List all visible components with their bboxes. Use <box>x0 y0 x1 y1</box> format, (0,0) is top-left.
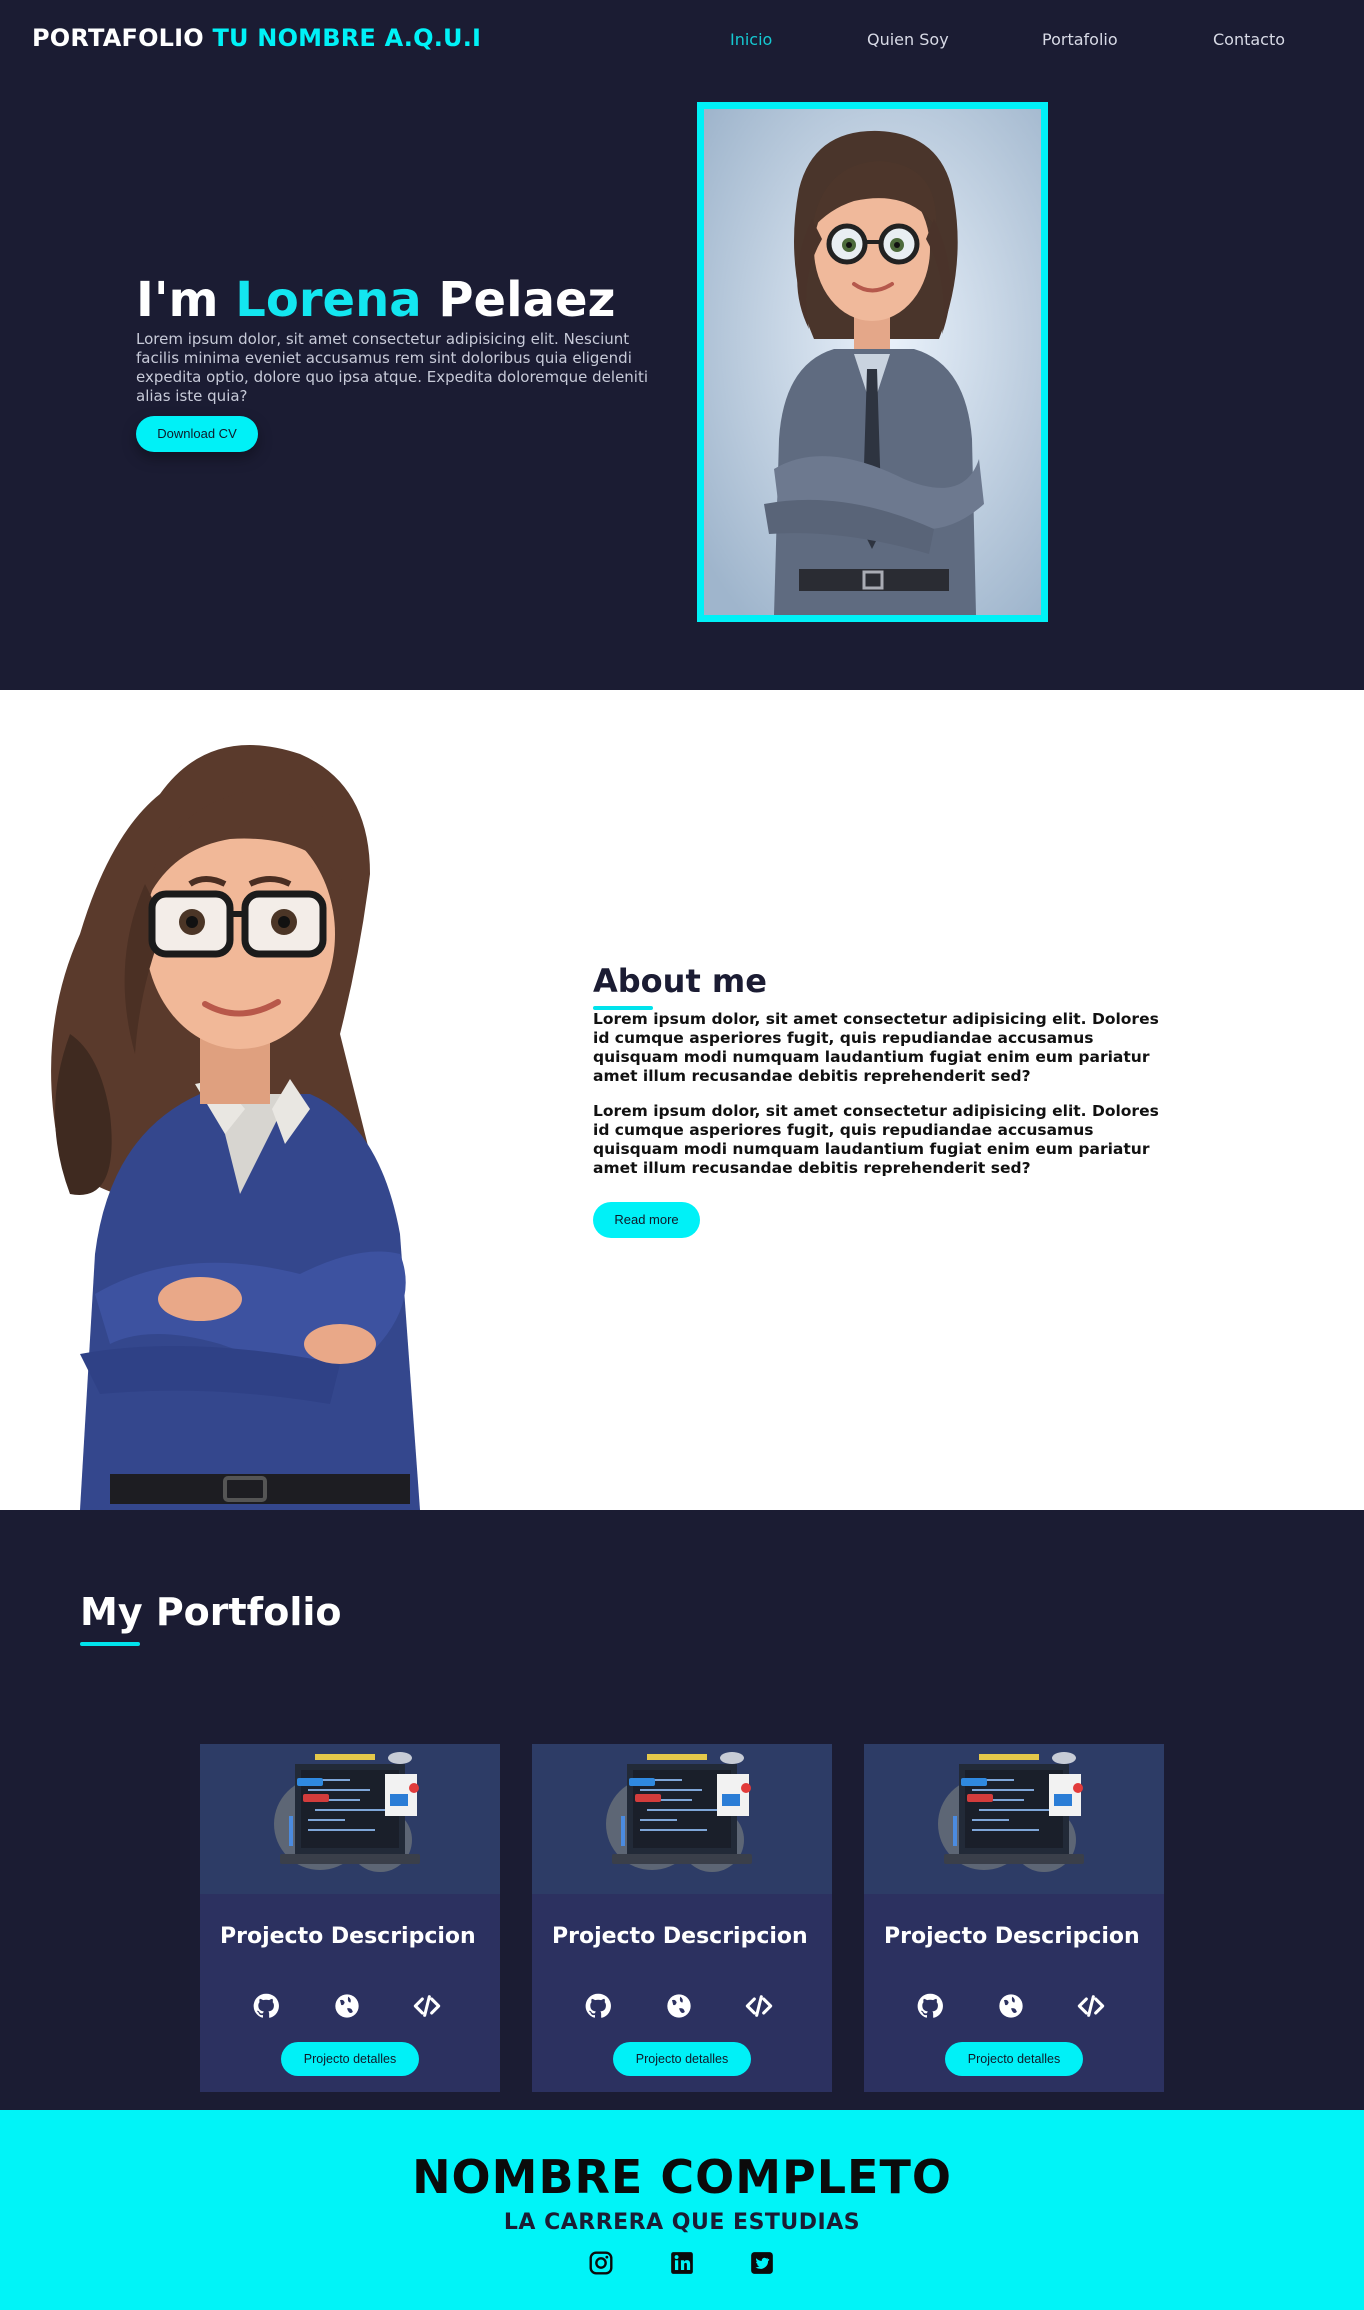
brand-accent: TU NOMBRE A.Q.U.I <box>212 24 482 52</box>
avatar-illustration-about <box>51 745 420 1510</box>
globe-icon[interactable] <box>997 1992 1025 2020</box>
portfolio-title-underline <box>80 1642 140 1646</box>
laptop-code-illustration <box>938 1752 1084 1872</box>
download-cv-button[interactable]: Download CV <box>136 416 258 452</box>
project-thumbnail <box>200 1744 500 1894</box>
hero-title: I'm Lorena Pelaez <box>136 272 615 328</box>
project-title: Projecto Descripcion <box>220 1924 476 1949</box>
avatar-illustration <box>704 109 1041 615</box>
project-details-button[interactable]: Projecto detalles <box>945 2042 1083 2076</box>
linkedin-icon[interactable] <box>669 2250 695 2276</box>
nav-link-contacto[interactable]: Contacto <box>1213 30 1285 49</box>
instagram-icon[interactable] <box>588 2250 614 2276</box>
read-more-button[interactable]: Read more <box>593 1202 700 1238</box>
nav-link-inicio[interactable]: Inicio <box>730 30 772 49</box>
github-icon[interactable] <box>584 1992 612 2020</box>
globe-icon[interactable] <box>665 1992 693 2020</box>
about-title: About me <box>593 962 767 1000</box>
nav-link-portafolio[interactable]: Portafolio <box>1042 30 1118 49</box>
twitter-icon[interactable] <box>749 2250 775 2276</box>
project-card-1: Projecto Descripcion Projecto detalles <box>200 1744 500 2092</box>
hero-description: Lorem ipsum dolor, sit amet consectetur … <box>136 330 649 405</box>
hero-greeting: I'm <box>136 272 219 328</box>
project-details-button[interactable]: Projecto detalles <box>613 2042 751 2076</box>
portfolio-section: My Portfolio Projecto Descripcion Projec… <box>0 1510 1364 2110</box>
navbar: PORTAFOLIO TU NOMBRE A.Q.U.I Inicio Quie… <box>0 0 1364 82</box>
brand-logo[interactable]: PORTAFOLIO TU NOMBRE A.Q.U.I <box>32 24 481 52</box>
github-icon[interactable] <box>916 1992 944 2020</box>
project-card-2: Projecto Descripcion Projecto detalles <box>532 1744 832 2092</box>
globe-icon[interactable] <box>333 1992 361 2020</box>
brand-main: PORTAFOLIO <box>32 24 204 52</box>
project-thumbnail <box>864 1744 1164 1894</box>
project-card-3: Projecto Descripcion Projecto detalles <box>864 1744 1164 2092</box>
project-thumbnail <box>532 1744 832 1894</box>
hero-section: I'm Lorena Pelaez Lorem ipsum dolor, sit… <box>0 82 1364 690</box>
laptop-code-illustration <box>606 1752 752 1872</box>
project-title: Projecto Descripcion <box>552 1924 808 1949</box>
footer-full-name: NOMBRE COMPLETO <box>412 2150 952 2204</box>
code-icon[interactable] <box>745 1992 773 2020</box>
code-icon[interactable] <box>413 1992 441 2020</box>
footer: NOMBRE COMPLETO LA CARRERA QUE ESTUDIAS <box>0 2110 1364 2310</box>
about-paragraph-1: Lorem ipsum dolor, sit amet consectetur … <box>593 1010 1159 1085</box>
about-paragraph-2: Lorem ipsum dolor, sit amet consectetur … <box>593 1102 1159 1177</box>
hero-last-name: Pelaez <box>438 272 616 328</box>
laptop-code-illustration <box>274 1752 420 1872</box>
github-icon[interactable] <box>252 1992 280 2020</box>
project-title: Projecto Descripcion <box>884 1924 1140 1949</box>
hero-first-name: Lorena <box>235 272 422 328</box>
code-icon[interactable] <box>1077 1992 1105 2020</box>
about-section: About me Lorem ipsum dolor, sit amet con… <box>0 690 1364 1510</box>
portfolio-title: My Portfolio <box>80 1590 342 1634</box>
nav-link-quien-soy[interactable]: Quien Soy <box>867 30 949 49</box>
hero-portrait <box>697 102 1048 622</box>
project-details-button[interactable]: Projecto detalles <box>281 2042 419 2076</box>
footer-career: LA CARRERA QUE ESTUDIAS <box>503 2210 861 2235</box>
